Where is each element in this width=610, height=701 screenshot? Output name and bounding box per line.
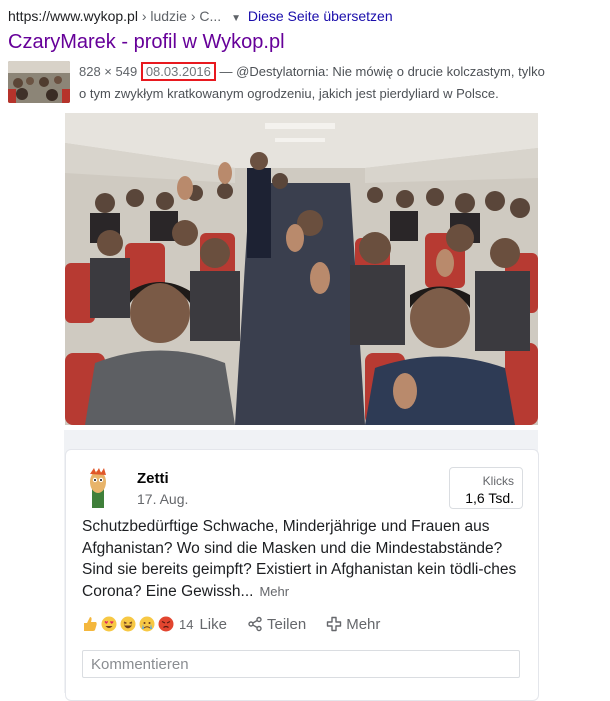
- angry-icon[interactable]: [158, 616, 174, 632]
- comment-input[interactable]: [82, 650, 520, 678]
- dropdown-triangle-icon[interactable]: ▼: [231, 13, 241, 24]
- cabin-illustration: [65, 113, 538, 425]
- clicks-label: Klicks: [482, 474, 514, 488]
- reaction-count[interactable]: 14: [179, 617, 193, 632]
- share-label: Teilen: [267, 615, 307, 633]
- thumbnail-photo-icon: [8, 61, 70, 103]
- clicks-counter: Klicks 1,6 Tsd.: [449, 467, 523, 509]
- share-button[interactable]: Teilen: [247, 616, 306, 633]
- avatar[interactable]: [86, 468, 110, 508]
- result-snippet-line2: o tym zwykłym kratkowanym ogrodzeniu, ja…: [79, 86, 499, 101]
- result-meta: 828 × 549 08.03.2016 — @Destylatornia: N…: [79, 61, 604, 105]
- like-label: Like: [199, 615, 227, 633]
- heart-eyes-icon[interactable]: [101, 616, 117, 632]
- laughing-icon[interactable]: [120, 616, 136, 632]
- like-button[interactable]: Like: [199, 616, 227, 633]
- image-size: 828 × 549: [79, 64, 138, 79]
- read-more-link[interactable]: Mehr: [259, 584, 289, 599]
- post-actions: 14 Like Teilen Mehr: [82, 613, 400, 635]
- result-domain: https://www.wykop.pl: [8, 8, 138, 24]
- result-date: 08.03.2016: [140, 62, 216, 81]
- result-snippet-line1: — @Destylatornia: Nie mówię o drucie kol…: [219, 64, 545, 79]
- translate-link[interactable]: Diese Seite übersetzen: [248, 8, 393, 24]
- more-button[interactable]: Mehr: [326, 616, 380, 633]
- share-icon: [248, 616, 262, 632]
- post-date[interactable]: 17. Aug.: [137, 491, 188, 507]
- beaker-muppet-avatar-icon: [90, 468, 106, 508]
- result-thumbnail[interactable]: [8, 61, 70, 103]
- result-breadcrumb[interactable]: https://www.wykop.pl › ludzie › C... ▼ D…: [8, 8, 393, 24]
- clicks-value: 1,6 Tsd.: [465, 490, 514, 506]
- result-path: › ludzie › C...: [137, 8, 222, 24]
- more-action-label: Mehr: [346, 615, 381, 633]
- thumbs-up-icon[interactable]: [82, 616, 98, 632]
- post-card: Zetti 17. Aug. Klicks 1,6 Tsd. Schutzbed…: [65, 449, 539, 701]
- post-text: Schutzbedürftige Schwache, Minderjährige…: [82, 516, 522, 602]
- result-title[interactable]: CzaryMarek - profil w Wykop.pl: [8, 31, 285, 54]
- crying-icon[interactable]: [139, 616, 155, 632]
- author-name[interactable]: Zetti: [137, 470, 169, 487]
- plus-icon: [327, 616, 342, 632]
- airplane-cabin-photo: [65, 113, 538, 425]
- post-body: Schutzbedürftige Schwache, Minderjährige…: [82, 518, 517, 600]
